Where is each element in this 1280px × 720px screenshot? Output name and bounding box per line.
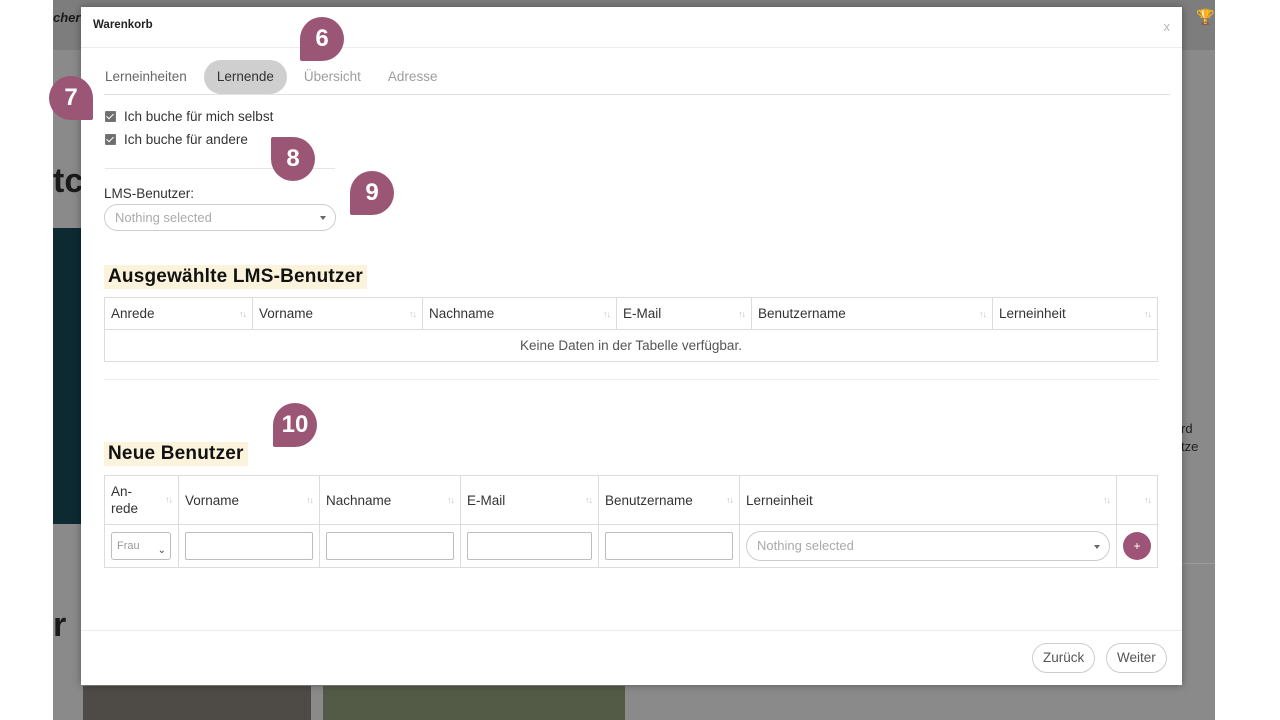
caret-down-icon xyxy=(320,216,326,220)
checkbox-others-row[interactable]: Ich buche für andere xyxy=(105,132,248,147)
divider xyxy=(104,379,1158,380)
column-header[interactable]: ↑↓ xyxy=(1116,475,1158,525)
table-cell xyxy=(598,524,740,568)
back-button[interactable]: Zurück xyxy=(1032,643,1096,673)
callout-badge: 10 xyxy=(273,403,317,447)
modal-title: Warenkorb xyxy=(93,19,153,31)
close-icon[interactable]: x xyxy=(1164,19,1171,34)
checkbox-others-label: Ich buche für andere xyxy=(124,132,248,147)
selected-users-table: Anrede ↑↓ Vorname ↑↓ Nachname ↑↓ E-Mail ↑↓ B… xyxy=(104,297,1158,362)
sort-arrows-icon[interactable]: ↑↓ xyxy=(726,495,734,505)
trophy-icon: 🏆 xyxy=(1196,9,1215,26)
column-header[interactable]: Lerneinheit ↑↓ xyxy=(992,297,1158,330)
callout-badge: 9 xyxy=(350,171,394,215)
column-header[interactable]: Benutzername ↑↓ xyxy=(598,475,740,525)
column-header[interactable]: Vorname ↑↓ xyxy=(178,475,320,525)
cart-modal: Warenkorb x Lerneinheiten Lernende Übers… xyxy=(81,7,1182,685)
lms-user-select[interactable]: Nothing selected xyxy=(104,204,336,231)
column-header[interactable]: E-Mail ↑↓ xyxy=(460,475,599,525)
lms-user-placeholder: Nothing selected xyxy=(115,210,212,225)
sort-arrows-icon[interactable]: ↑↓ xyxy=(239,309,247,319)
tab-lernende[interactable]: Lernende xyxy=(203,60,287,94)
background-card-image xyxy=(323,686,625,720)
column-header[interactable]: Benutzername ↑↓ xyxy=(751,297,993,330)
email-input[interactable] xyxy=(467,532,592,560)
last-name-input[interactable] xyxy=(326,532,454,560)
checkbox-self-label: Ich buche für mich selbst xyxy=(124,109,274,124)
new-users-title: Neue Benutzer xyxy=(104,442,248,466)
divider xyxy=(81,630,1182,631)
checkbox-self-row[interactable]: Ich buche für mich selbst xyxy=(105,109,273,124)
sort-arrows-icon[interactable]: ↑↓ xyxy=(409,309,417,319)
background-logo: cher xyxy=(53,10,81,25)
add-user-button[interactable]: + xyxy=(1123,532,1151,560)
callout-badge: 6 xyxy=(300,17,344,61)
background-heading-2: r xyxy=(53,606,67,644)
username-input[interactable] xyxy=(605,532,733,560)
sort-arrows-icon[interactable]: ↑↓ xyxy=(165,492,173,509)
column-header[interactable]: An- rede ↑↓ xyxy=(104,475,179,525)
table-cell xyxy=(178,524,320,568)
sort-arrows-icon[interactable]: ↑↓ xyxy=(1103,495,1111,505)
column-header[interactable]: Lerneinheit ↑↓ xyxy=(739,475,1117,525)
sort-arrows-icon[interactable]: ↑↓ xyxy=(1144,309,1152,319)
selected-users-title: Ausgewählte LMS-Benutzer xyxy=(104,265,367,289)
chevron-down-icon: ⌄ xyxy=(157,545,166,556)
table-cell xyxy=(460,524,599,568)
divider xyxy=(104,94,1170,95)
sort-arrows-icon[interactable]: ↑↓ xyxy=(603,309,611,319)
salutation-select[interactable]: Frau ⌄ xyxy=(111,532,171,560)
sort-arrows-icon[interactable]: ↑↓ xyxy=(738,309,746,319)
table-cell: Nothing selected xyxy=(739,524,1117,568)
callout-badge: 8 xyxy=(271,137,315,181)
table-cell xyxy=(319,524,461,568)
checkbox-self[interactable] xyxy=(105,111,116,122)
lerneinheit-select[interactable]: Nothing selected xyxy=(746,531,1110,561)
sort-arrows-icon[interactable]: ↑↓ xyxy=(979,309,987,319)
divider xyxy=(81,47,1182,48)
tab-uebersicht[interactable]: Übersicht xyxy=(294,60,371,94)
next-button[interactable]: Weiter xyxy=(1106,643,1167,673)
first-name-input[interactable] xyxy=(185,532,313,560)
caret-down-icon xyxy=(1094,545,1100,549)
column-header[interactable]: E-Mail ↑↓ xyxy=(616,297,752,330)
background-side-text: rd tze xyxy=(1181,421,1199,454)
background-card-image xyxy=(83,686,311,720)
lms-user-label: LMS-Benutzer: xyxy=(104,186,195,201)
tab-lerneinheiten[interactable]: Lerneinheiten xyxy=(95,60,197,94)
sort-arrows-icon[interactable]: ↑↓ xyxy=(585,495,593,505)
callout-badge: 7 xyxy=(49,76,93,120)
tab-adresse[interactable]: Adresse xyxy=(378,60,448,94)
tab-bar: Lerneinheiten Lernende Übersicht Adresse xyxy=(95,60,454,94)
table-cell: + xyxy=(1116,524,1158,568)
column-header[interactable]: Nachname ↑↓ xyxy=(422,297,617,330)
sort-arrows-icon[interactable]: ↑↓ xyxy=(447,495,455,505)
checkbox-others[interactable] xyxy=(105,134,116,145)
new-users-table: An- rede ↑↓ Vorname ↑↓ Nachname ↑↓ E-Mail ↑↓… xyxy=(104,475,1158,568)
background-image xyxy=(53,228,81,524)
sort-arrows-icon[interactable]: ↑↓ xyxy=(306,495,314,505)
column-header[interactable]: Vorname ↑↓ xyxy=(252,297,423,330)
background-heading: tc xyxy=(53,162,84,200)
table-cell: Frau ⌄ xyxy=(104,524,179,568)
empty-table-message: Keine Daten in der Tabelle verfügbar. xyxy=(104,329,1158,362)
sort-arrows-icon[interactable]: ↑↓ xyxy=(1144,495,1152,505)
column-header[interactable]: Anrede ↑↓ xyxy=(104,297,253,330)
column-header[interactable]: Nachname ↑↓ xyxy=(319,475,461,525)
lerneinheit-placeholder: Nothing selected xyxy=(757,538,854,553)
